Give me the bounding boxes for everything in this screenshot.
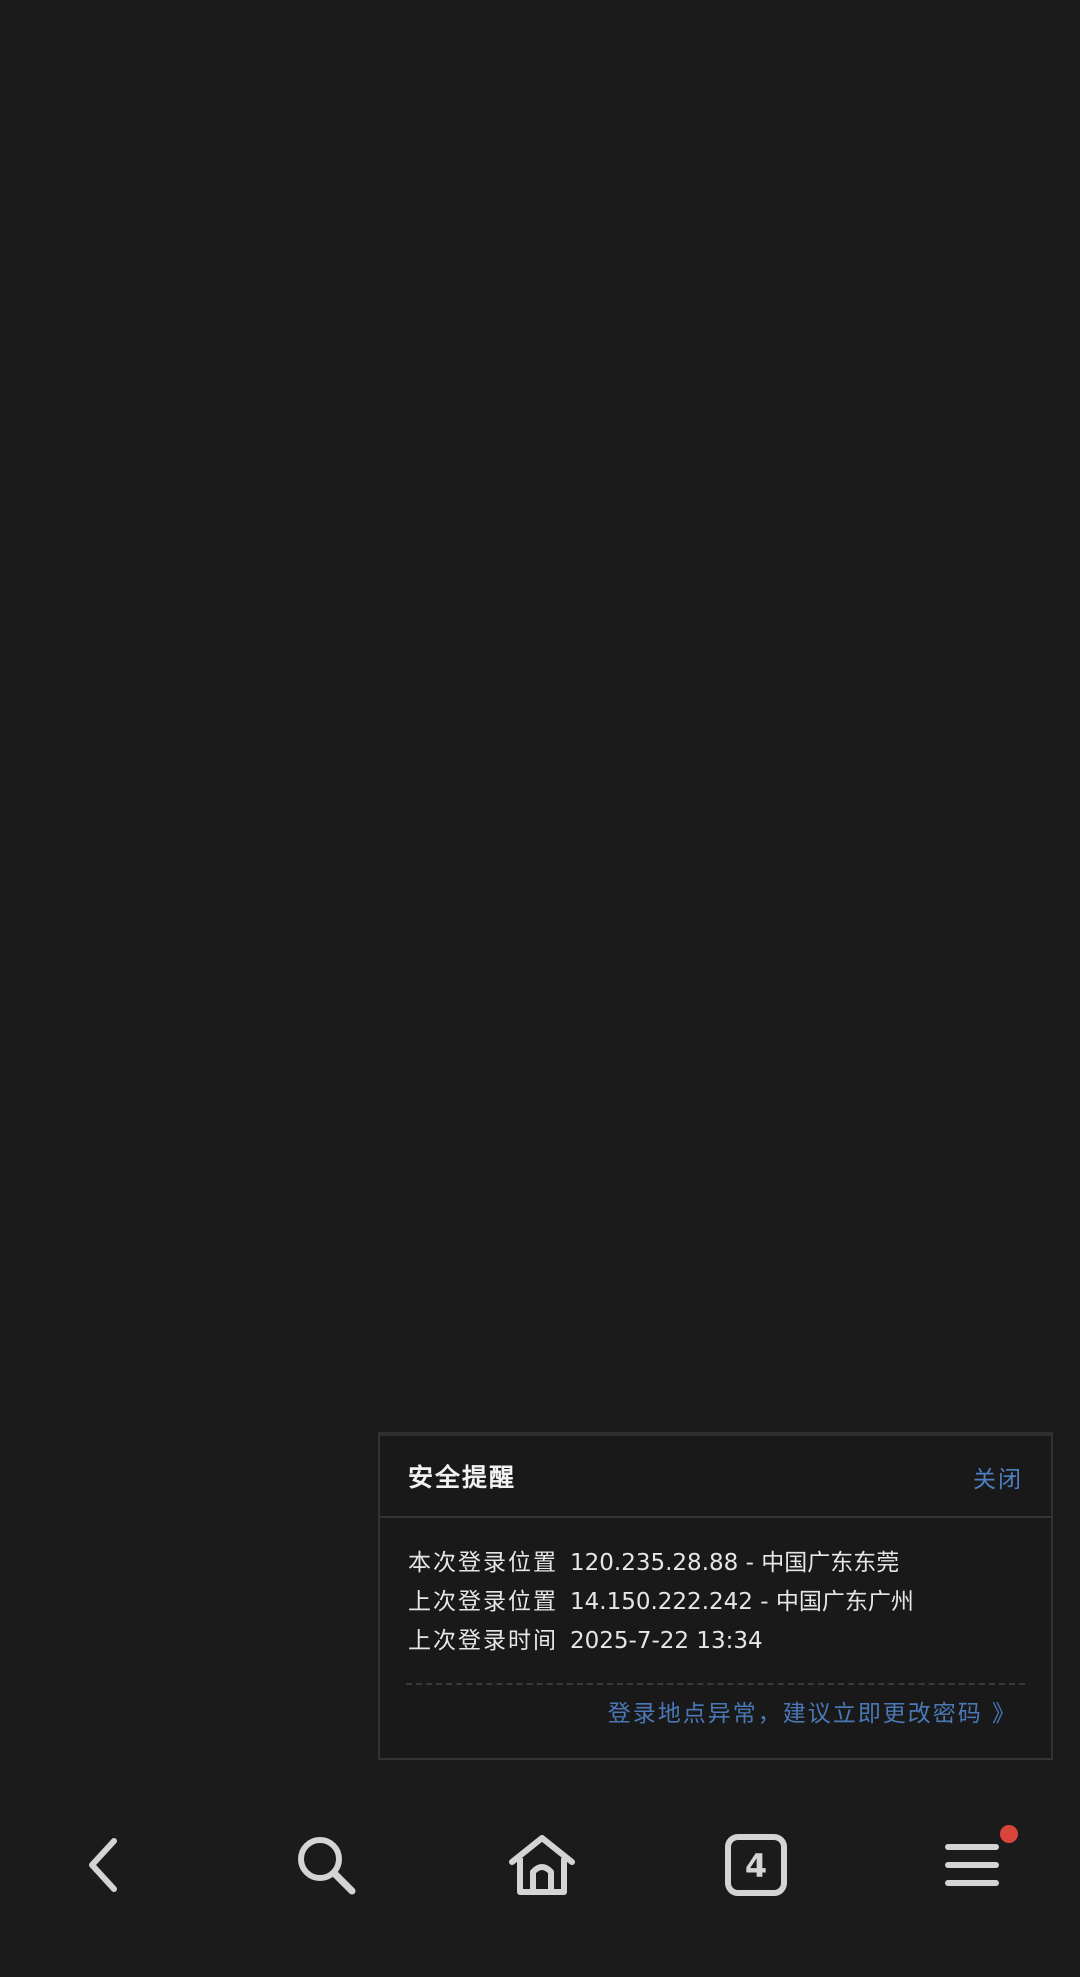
back-button[interactable] bbox=[56, 1815, 156, 1915]
info-label: 本次登录位置 bbox=[408, 1550, 558, 1576]
info-value: 120.235.28.88 - 中国广东东莞 bbox=[570, 1550, 900, 1576]
info-value: 2025-7-22 13:34 bbox=[570, 1628, 763, 1654]
tabs-icon: 4 bbox=[725, 1834, 787, 1896]
current-login-location: 本次登录位置 120.235.28.88 - 中国广东东莞 bbox=[408, 1544, 1025, 1583]
tabs-button[interactable]: 4 bbox=[706, 1815, 806, 1915]
back-icon bbox=[89, 1838, 117, 1892]
info-value: 14.150.222.242 - 中国广东广州 bbox=[570, 1589, 914, 1615]
menu-icon bbox=[945, 1844, 999, 1886]
bottom-nav-bar: 4 bbox=[0, 1783, 1080, 1977]
home-button[interactable] bbox=[492, 1815, 592, 1915]
last-login-location: 上次登录位置 14.150.222.242 - 中国广东广州 bbox=[408, 1583, 1025, 1622]
last-login-time: 上次登录时间 2025-7-22 13:34 bbox=[408, 1622, 1025, 1661]
close-button[interactable]: 关闭 bbox=[973, 1460, 1023, 1494]
security-popup: 安全提醒 关闭 本次登录位置 120.235.28.88 - 中国广东东莞 上次登… bbox=[378, 1432, 1053, 1760]
home-icon bbox=[509, 1835, 575, 1895]
info-label: 上次登录时间 bbox=[408, 1628, 558, 1654]
popup-title: 安全提醒 bbox=[408, 1463, 517, 1492]
notification-badge bbox=[1000, 1825, 1018, 1843]
search-icon bbox=[298, 1837, 356, 1895]
info-label: 上次登录位置 bbox=[408, 1589, 558, 1615]
popup-body: 本次登录位置 120.235.28.88 - 中国广东东莞 上次登录位置 14.15… bbox=[380, 1518, 1051, 1661]
tabs-count: 4 bbox=[745, 1847, 767, 1885]
menu-button[interactable] bbox=[922, 1815, 1022, 1915]
change-password-link[interactable]: 登录地点异常，建议立即更改密码 》 bbox=[608, 1694, 1017, 1728]
popup-header: 安全提醒 关闭 bbox=[380, 1436, 1051, 1518]
search-button[interactable] bbox=[276, 1815, 376, 1915]
popup-divider bbox=[406, 1683, 1025, 1685]
